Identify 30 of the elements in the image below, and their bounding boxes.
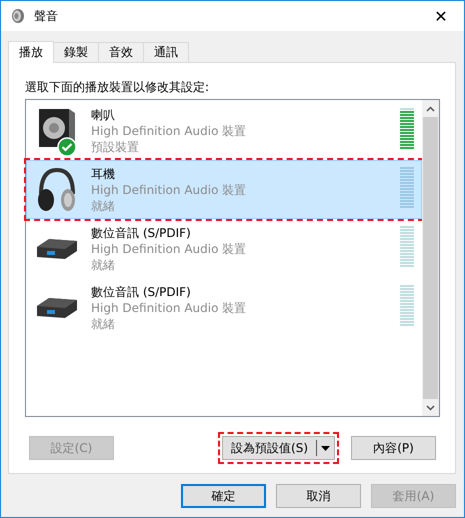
device-status: 就緒	[91, 198, 116, 214]
device-driver: High Definition Audio 裝置	[91, 240, 248, 256]
tab[interactable]: 播放	[8, 41, 54, 63]
button[interactable]: 取消	[276, 484, 361, 508]
device-status: 就緒	[91, 256, 116, 272]
speaker-icon	[10, 8, 26, 24]
device-name: 耳機	[91, 166, 116, 182]
audio-device-icon	[36, 296, 78, 318]
device-status: 預設裝置	[91, 138, 140, 154]
device-name: 數位音訊 (S/PDIF)	[91, 284, 192, 300]
instruction-text: 選取下面的播放裝置以修改其設定:	[25, 79, 210, 96]
device-row[interactable]: 喇叭 High Definition Audio 裝置 預設裝置	[26, 101, 422, 160]
button[interactable]: 設為預設值(S)	[222, 436, 335, 460]
device-driver: High Definition Audio 裝置	[91, 122, 248, 138]
close-button[interactable]: ✕	[418, 1, 464, 31]
device-name: 數位音訊 (S/PDIF)	[91, 224, 192, 240]
device-row[interactable]: 耳機 High Definition Audio 裝置 就緒	[26, 160, 422, 219]
device-name: 喇叭	[91, 106, 116, 122]
level-meter	[400, 108, 414, 149]
device-row[interactable]: 數位音訊 (S/PDIF) High Definition Audio 裝置 就緒	[26, 219, 422, 278]
device-driver: High Definition Audio 裝置	[91, 300, 248, 316]
button[interactable]: 內容(P)	[351, 436, 436, 460]
device-driver: High Definition Audio 裝置	[91, 182, 248, 198]
device-status: 就緒	[91, 316, 116, 332]
scrollbar-thumb[interactable]	[423, 117, 438, 399]
tab[interactable]: 通訊	[143, 42, 189, 62]
window-title: 聲音	[34, 8, 59, 24]
button[interactable]: 確定	[181, 484, 266, 508]
audio-device-icon	[36, 238, 78, 260]
device-row[interactable]: 數位音訊 (S/PDIF) High Definition Audio 裝置 就緒	[26, 278, 422, 337]
